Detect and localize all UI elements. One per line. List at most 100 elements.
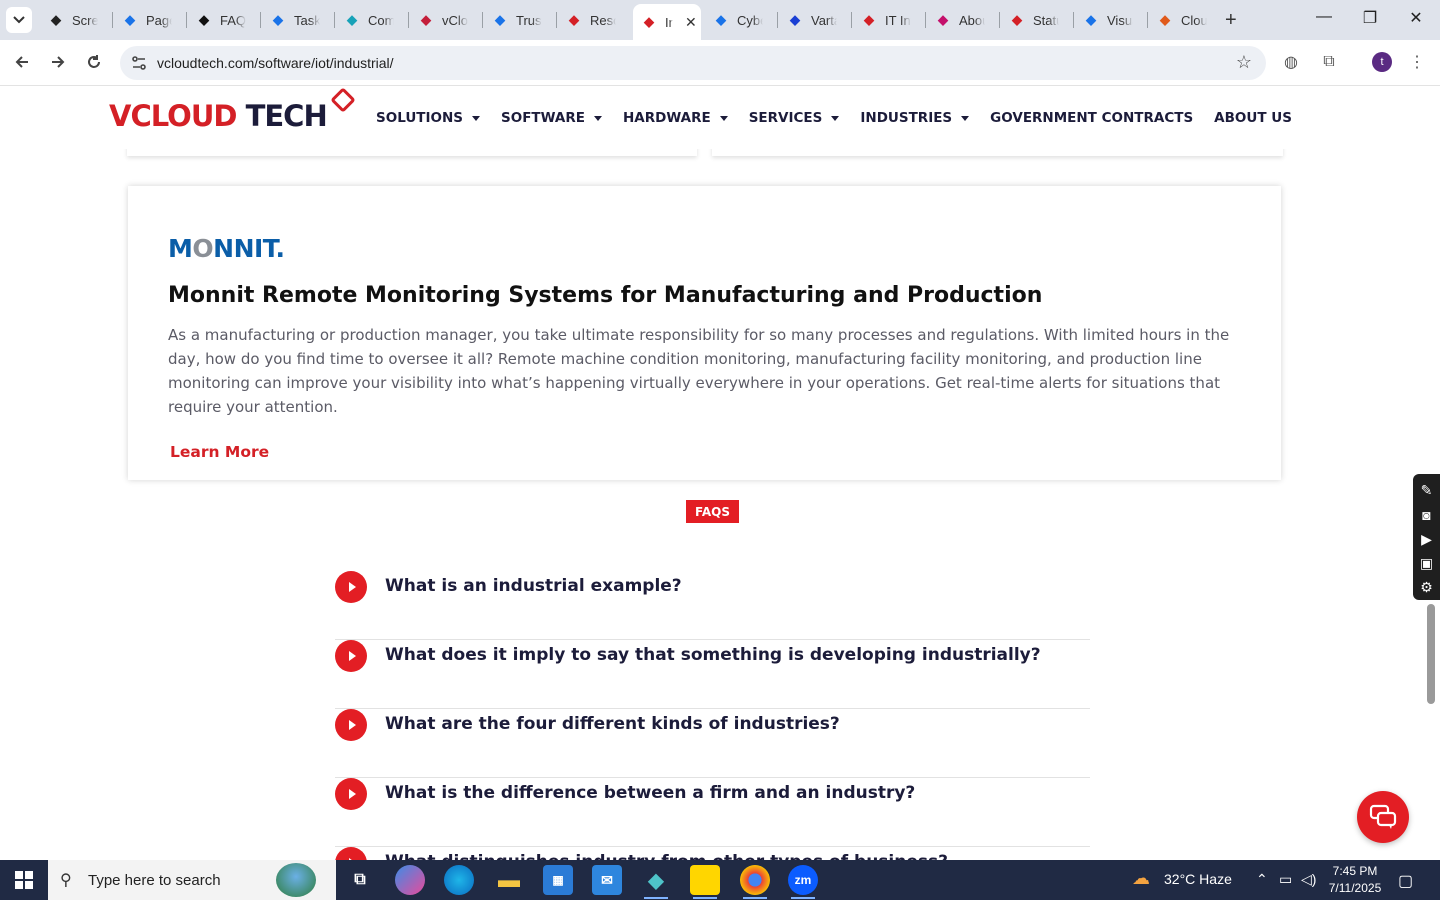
faq-badge: FAQS (686, 500, 739, 523)
nav-item-hardware[interactable]: HARDWARE (623, 110, 728, 126)
task-view-icon[interactable]: ⧉ (345, 865, 375, 895)
close-tab-icon[interactable]: ✕ (685, 14, 697, 31)
learn-more-link[interactable]: Learn More (170, 443, 269, 461)
notifications-icon[interactable]: ▢ (1398, 871, 1413, 891)
play-arrow-icon[interactable] (335, 778, 367, 810)
search-icon: ⚲ (60, 872, 72, 889)
browser-tab[interactable]: ◆ Varta (779, 6, 851, 34)
file-explorer-icon[interactable]: ▬ (494, 865, 524, 895)
weather-text[interactable]: 32°C Haze (1164, 871, 1232, 887)
address-bar[interactable]: vcloudtech.com/software/iot/industrial/ … (120, 46, 1266, 80)
zoom-icon[interactable]: zm (788, 865, 818, 899)
start-button[interactable] (0, 860, 48, 900)
browser-tab[interactable]: ◆ FAQ (188, 6, 260, 34)
weather-icon[interactable]: ☁ (1132, 868, 1150, 889)
faq-item[interactable]: What is the difference between a firm an… (335, 778, 1090, 847)
camera-icon[interactable]: ◙ (1422, 502, 1430, 526)
store-icon[interactable]: ▦ (543, 865, 573, 895)
page-scrollbar[interactable] (1427, 604, 1435, 704)
chat-bubbles-icon (1369, 804, 1397, 829)
caret-down-icon (719, 115, 728, 121)
chat-button[interactable] (1357, 791, 1409, 843)
cloud-slash-icon: ◆ (1160, 12, 1170, 27)
nav-item-solutions[interactable]: SOLUTIONS (376, 110, 481, 126)
pen-icon[interactable]: ✎ (1421, 478, 1433, 502)
settings-icon[interactable]: ⚙ (1420, 576, 1433, 600)
reload-button[interactable] (82, 50, 106, 74)
screen-capture-toolbar: ✎ ◙ ▶ ▣ ⚙ (1413, 474, 1440, 600)
nav-label: INDUSTRIES (860, 110, 953, 126)
pulse-icon: ◆ (1086, 12, 1096, 27)
close-window-icon[interactable]: ✕ (1406, 8, 1426, 28)
video-icon[interactable]: ▶ (1421, 527, 1432, 551)
browser-tab[interactable]: ◆ Visual (1075, 6, 1147, 34)
faq-question[interactable]: What does it imply to say that something… (385, 645, 1041, 665)
app-diamond-icon[interactable]: ◆ (641, 865, 671, 899)
mail-icon[interactable]: ✉ (592, 865, 622, 895)
nav-item-services[interactable]: SERVICES (749, 110, 840, 126)
tab-title: Visual (1107, 12, 1133, 28)
browser-tab[interactable]: ◆ Trust (484, 6, 556, 34)
tab-search-button[interactable] (6, 7, 32, 33)
browser-tab[interactable]: ◆ Resources (558, 6, 630, 34)
more-menu-icon[interactable]: ⋮ (1406, 51, 1428, 73)
url-text[interactable]: vcloudtech.com/software/iot/industrial/ (157, 55, 394, 71)
play-arrow-icon[interactable] (335, 640, 367, 672)
tab-title: Tasks (294, 12, 320, 28)
minimize-icon[interactable]: — (1314, 8, 1334, 26)
new-tab-button[interactable]: + (1225, 9, 1237, 32)
faq-item[interactable]: What are the four different kinds of ind… (335, 709, 1090, 778)
browser-tab[interactable]: ◆ vCloud (410, 6, 482, 34)
nav-item-software[interactable]: SOFTWARE (501, 110, 602, 126)
tab-separator (851, 12, 852, 28)
show-hidden-icons-chevron[interactable]: ⌃ (1256, 871, 1268, 888)
back-button[interactable] (10, 50, 34, 74)
forward-button[interactable] (46, 50, 70, 74)
browser-tab[interactable]: ◆ Comments (336, 6, 408, 34)
extensions-icon[interactable]: ⧉ (1318, 51, 1340, 73)
tab-title: Industrial (665, 14, 673, 30)
bookmark-star-icon[interactable]: ☆ (1236, 52, 1252, 73)
window-icon[interactable]: ▣ (1420, 551, 1433, 575)
faq-question[interactable]: What is an industrial example? (385, 576, 682, 596)
play-arrow-icon[interactable] (335, 571, 367, 603)
browser-tab[interactable]: ◆ Status (1001, 6, 1073, 34)
profile-avatar[interactable]: t (1372, 52, 1392, 72)
browser-tab[interactable]: ◆ About (927, 6, 999, 34)
nav-item-about-us[interactable]: ABOUT US (1214, 110, 1292, 126)
nav-item-industries[interactable]: INDUSTRIES (860, 110, 970, 126)
chevron-down-icon (13, 16, 25, 24)
browser-tab[interactable]: ◆ Screenshot (40, 6, 112, 34)
faq-item[interactable]: What is an industrial example? (335, 571, 1090, 640)
taskbar-clock[interactable]: 7:45 PM 7/11/2025 (1326, 863, 1384, 897)
browser-tab[interactable]: ◆ Industrial ✕ (633, 4, 701, 40)
faq-question[interactable]: What is the difference between a firm an… (385, 783, 915, 803)
tab-separator (112, 12, 113, 28)
taskbar-search[interactable]: ⚲ Type here to search (48, 860, 336, 900)
sticky-notes-icon[interactable] (690, 865, 720, 899)
nav-label: GOVERNMENT CONTRACTS (990, 110, 1194, 126)
site-info-icon[interactable] (130, 54, 148, 72)
network-icon[interactable]: ▭ (1279, 871, 1292, 888)
browser-tab[interactable]: ◆ Cloud (1149, 6, 1221, 34)
chrome-icon[interactable] (740, 865, 770, 899)
browser-tab[interactable]: ◆ PageSpeed (114, 6, 186, 34)
tab-separator (925, 12, 926, 28)
browser-tab[interactable]: ◆ Tasks (262, 6, 334, 34)
translate-globe-icon[interactable]: ◍ (1280, 51, 1302, 73)
volume-icon[interactable]: ◁) (1301, 871, 1316, 888)
browser-tab[interactable]: ◆ Cyber (705, 6, 777, 34)
copilot-icon[interactable] (395, 865, 425, 895)
scale-icon: ◆ (495, 12, 505, 27)
check-icon: ◆ (716, 12, 726, 27)
faq-question[interactable]: What are the four different kinds of ind… (385, 714, 840, 734)
restore-icon[interactable]: ❐ (1360, 8, 1380, 28)
nav-item-government-contracts[interactable]: GOVERNMENT CONTRACTS (990, 110, 1193, 126)
caret-down-icon (831, 115, 840, 121)
vcloud-tech-logo[interactable]: VCLOUD TECH (109, 99, 328, 133)
browser-tab[interactable]: ◆ IT Info (853, 6, 925, 34)
faq-item[interactable]: What does it imply to say that something… (335, 640, 1090, 709)
vcloud-diamond-icon: ◆ (864, 12, 874, 27)
edge-icon[interactable] (444, 865, 474, 895)
play-arrow-icon[interactable] (335, 709, 367, 741)
